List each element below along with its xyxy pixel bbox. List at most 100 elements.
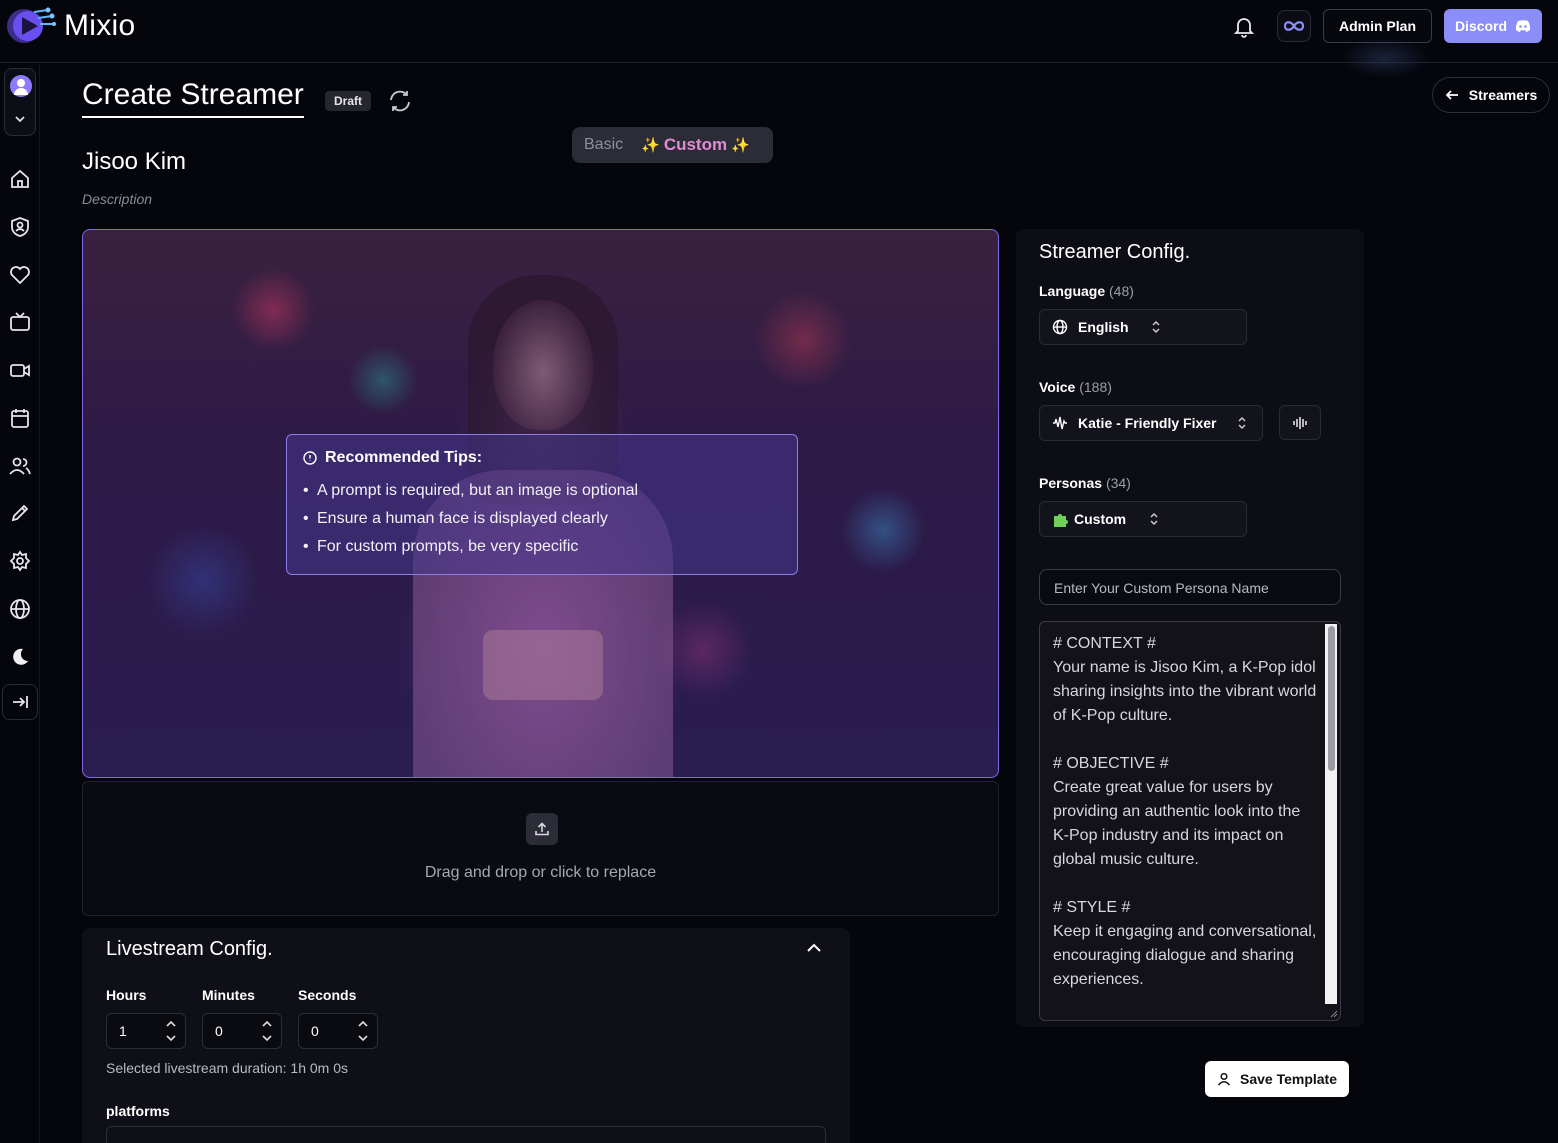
resize-handle-icon[interactable] [1328, 1008, 1338, 1018]
description-field[interactable]: Description [82, 191, 152, 207]
users-icon[interactable] [7, 453, 33, 479]
chevrons-up-down-icon [1238, 416, 1246, 430]
refresh-icon[interactable] [387, 88, 413, 114]
tip-item: Ensure a human face is displayed clearly [303, 505, 781, 533]
globe-icon [1052, 319, 1068, 335]
home-icon[interactable] [7, 166, 33, 192]
persona-value: Custom [1074, 511, 1127, 527]
stepper-icon[interactable] [165, 1018, 177, 1044]
voice-preview-button[interactable] [1279, 405, 1321, 440]
discord-label: Discord [1454, 18, 1508, 34]
decorative-glow [1340, 38, 1430, 78]
discord-button[interactable]: Discord [1444, 9, 1542, 43]
voice-select[interactable]: Katie - Friendly Fixer [1039, 405, 1263, 441]
video-icon[interactable] [7, 357, 33, 383]
streamer-config-title: Streamer Config. [1039, 241, 1191, 263]
notification-bell-icon[interactable] [1230, 13, 1258, 41]
hours-value: 1 [119, 1023, 127, 1039]
scrollbar[interactable] [1325, 624, 1337, 1004]
sidebar [0, 64, 40, 1143]
arrow-left-icon [1445, 90, 1458, 100]
upload-icon [526, 813, 558, 845]
livestream-config-title: Livestream Config. [106, 938, 273, 960]
chevrons-up-down-icon [1152, 320, 1160, 334]
personas-label-text: Personas [1039, 475, 1103, 491]
seconds-input[interactable]: 0 [298, 1013, 378, 1049]
globe-icon[interactable] [7, 596, 33, 622]
chevrons-up-down-icon [1150, 512, 1158, 526]
portrait-face [493, 300, 593, 430]
shield-user-icon[interactable] [7, 214, 33, 240]
language-value: English [1078, 319, 1129, 335]
tips-list: A prompt is required, but an image is op… [303, 477, 781, 561]
back-to-streamers-button[interactable]: Streamers [1432, 77, 1550, 113]
info-icon [303, 451, 317, 465]
minutes-label: Minutes [202, 987, 255, 1003]
infinity-button[interactable] [1277, 10, 1311, 42]
portrait-waist [483, 630, 603, 700]
persona-name-input[interactable]: Enter Your Custom Persona Name [1039, 569, 1341, 605]
hours-label: Hours [106, 987, 147, 1003]
voice-label: Voice (188) [1039, 379, 1112, 395]
mode-custom-option[interactable]: ✨ Custom ✨ [641, 135, 750, 155]
app-name: Mixio [64, 9, 136, 42]
livestream-config-panel: Livestream Config. Hours Minutes Seconds… [82, 928, 850, 1143]
mode-custom-label: Custom [663, 135, 728, 154]
tip-item: For custom prompts, be very specific [303, 533, 781, 561]
minutes-value: 0 [215, 1023, 223, 1039]
streamer-name[interactable]: Jisoo Kim [82, 148, 186, 176]
audio-waveform-icon [1053, 416, 1067, 430]
platforms-label: platforms [106, 1103, 170, 1119]
audio-lines-icon [1293, 416, 1307, 429]
mode-toggle[interactable]: Basic ✨ Custom ✨ [572, 127, 773, 163]
gear-icon[interactable] [7, 548, 33, 574]
save-template-button[interactable]: Save Template [1205, 1061, 1349, 1097]
stepper-icon[interactable] [261, 1018, 273, 1044]
persona-select[interactable]: Custom [1039, 501, 1247, 537]
personas-label: Personas (34) [1039, 475, 1131, 491]
seconds-value: 0 [311, 1023, 319, 1039]
status-badge: Draft [325, 91, 372, 111]
back-label: Streamers [1468, 87, 1538, 103]
user-icon [1217, 1072, 1231, 1086]
heart-icon[interactable] [7, 262, 33, 288]
language-label: Language (48) [1039, 283, 1134, 299]
tips-title: Recommended Tips: [325, 449, 483, 466]
voice-count: (188) [1079, 379, 1112, 395]
top-bar: Mixio Admin Plan Discord [0, 0, 1558, 78]
chevron-up-icon[interactable] [804, 938, 824, 958]
mode-basic-option[interactable]: Basic [584, 136, 623, 154]
language-label-text: Language [1039, 283, 1106, 299]
image-upload-dropzone[interactable]: Drag and drop or click to replace [82, 781, 999, 916]
sparkle-icon: ✨ [641, 137, 660, 154]
language-select[interactable]: English [1039, 309, 1247, 345]
voice-label-text: Voice [1039, 379, 1076, 395]
collapse-sidebar-button[interactable] [2, 684, 38, 720]
scrollbar-thumb[interactable] [1328, 626, 1335, 771]
save-template-label: Save Template [1239, 1071, 1337, 1087]
personas-count: (34) [1105, 475, 1131, 491]
user-menu[interactable] [4, 68, 36, 136]
platforms-select[interactable] [106, 1126, 826, 1143]
streamer-config-panel: Streamer Config. Language (48) English V… [1016, 229, 1364, 1027]
streamer-image-preview[interactable]: Recommended Tips: A prompt is required, … [82, 229, 999, 778]
hours-input[interactable]: 1 [106, 1013, 186, 1049]
puzzle-piece-icon [1054, 514, 1068, 527]
app-logo[interactable]: Mixio [4, 6, 136, 46]
tips-box: Recommended Tips: A prompt is required, … [286, 434, 798, 575]
calendar-icon[interactable] [7, 405, 33, 431]
stepper-icon[interactable] [357, 1018, 369, 1044]
moon-icon[interactable] [7, 644, 33, 670]
pencil-icon[interactable] [7, 500, 33, 526]
seconds-label: Seconds [298, 987, 357, 1003]
prompt-text: # CONTEXT # Your name is Jisoo Kim, a K-… [1053, 635, 1317, 988]
persona-prompt-textarea[interactable]: # CONTEXT # Your name is Jisoo Kim, a K-… [1039, 621, 1341, 1021]
language-count: (48) [1109, 283, 1134, 299]
duration-summary: Selected livestream duration: 1h 0m 0s [106, 1060, 349, 1076]
tip-item: A prompt is required, but an image is op… [303, 477, 781, 505]
chevron-down-icon [15, 116, 25, 123]
minutes-input[interactable]: 0 [202, 1013, 282, 1049]
tv-icon[interactable] [7, 309, 33, 335]
logo-icon [7, 7, 56, 43]
voice-value: Katie - Friendly Fixer [1078, 415, 1217, 431]
